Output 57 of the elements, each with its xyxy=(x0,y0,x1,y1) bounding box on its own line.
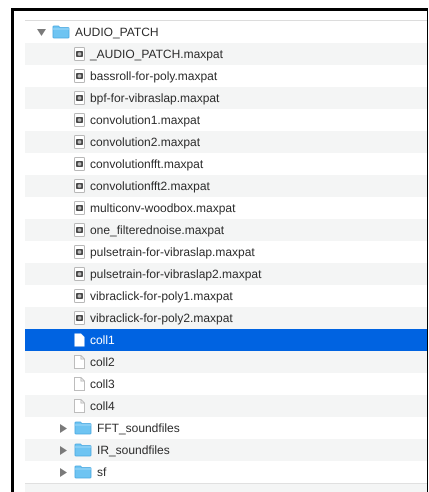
file-row[interactable]: _AUDIO_PATCH.maxpat xyxy=(25,43,427,65)
patch-file-icon xyxy=(74,135,85,149)
file-name: convolutionfft.maxpat xyxy=(90,156,204,173)
patch-file-icon xyxy=(74,47,85,61)
file-row[interactable]: convolutionfft2.maxpat xyxy=(25,175,427,197)
patch-file-icon xyxy=(74,245,85,259)
file-name: coll4 xyxy=(90,398,115,415)
file-name: sf xyxy=(97,464,106,481)
disclosure-triangle-icon[interactable] xyxy=(60,424,66,432)
file-row[interactable]: vibraclick-for-poly2.maxpat xyxy=(25,307,427,329)
folder-icon xyxy=(52,25,70,39)
folder-icon xyxy=(74,465,92,479)
file-row[interactable]: convolution2.maxpat xyxy=(25,131,427,153)
file-name: convolution1.maxpat xyxy=(90,112,200,129)
patch-file-icon xyxy=(74,91,85,105)
file-name: one_filterednoise.maxpat xyxy=(90,222,224,239)
file-name: vibraclick-for-poly1.maxpat xyxy=(90,288,233,305)
patch-file-icon xyxy=(74,289,85,303)
patch-file-icon xyxy=(74,179,85,193)
document-icon xyxy=(74,333,85,347)
folder-icon xyxy=(74,443,92,457)
file-row[interactable]: one_filterednoise.maxpat xyxy=(25,219,427,241)
patch-file-icon xyxy=(74,201,85,215)
file-row[interactable]: coll4 xyxy=(25,395,427,417)
file-name: bassroll-for-poly.maxpat xyxy=(90,68,218,85)
file-name: bpf-for-vibraslap.maxpat xyxy=(90,90,220,107)
patch-file-icon xyxy=(74,69,85,83)
file-row[interactable]: coll2 xyxy=(25,351,427,373)
file-name: pulsetrain-for-vibraslap.maxpat xyxy=(90,244,255,261)
file-name: AUDIO_PATCH xyxy=(75,24,159,41)
disclosure-triangle-icon[interactable] xyxy=(60,468,66,476)
file-name: IR_soundfiles xyxy=(97,442,170,459)
file-row[interactable]: coll1 xyxy=(25,329,427,351)
file-name: convolution2.maxpat xyxy=(90,134,200,151)
patch-file-icon xyxy=(74,157,85,171)
folder-icon xyxy=(74,421,92,435)
file-name: convolutionfft2.maxpat xyxy=(90,178,210,195)
disclosure-triangle-icon[interactable] xyxy=(60,446,66,454)
file-name: vibraclick-for-poly2.maxpat xyxy=(90,310,233,327)
file-name: coll2 xyxy=(90,354,115,371)
file-name: _AUDIO_PATCH.maxpat xyxy=(90,46,223,63)
document-icon xyxy=(74,399,85,413)
file-name: coll1 xyxy=(90,332,115,349)
file-row[interactable]: bpf-for-vibraslap.maxpat xyxy=(25,87,427,109)
document-icon xyxy=(74,377,85,391)
patch-file-icon xyxy=(74,223,85,237)
file-name: multiconv-woodbox.maxpat xyxy=(90,200,236,217)
patch-file-icon xyxy=(74,113,85,127)
patch-file-icon xyxy=(74,267,85,281)
document-icon xyxy=(74,355,85,369)
file-row[interactable]: IR_soundfiles xyxy=(25,439,427,461)
patch-file-icon xyxy=(74,311,85,325)
disclosure-triangle-icon[interactable] xyxy=(36,28,46,36)
file-row[interactable]: pulsetrain-for-vibraslap2.maxpat xyxy=(25,263,427,285)
file-name: FFT_soundfiles xyxy=(97,420,180,437)
file-name: pulsetrain-for-vibraslap2.maxpat xyxy=(90,266,262,283)
file-name: coll3 xyxy=(90,376,115,393)
